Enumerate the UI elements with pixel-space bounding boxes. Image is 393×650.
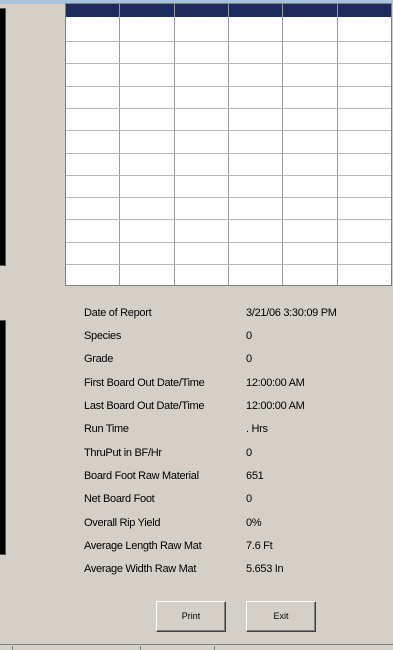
report-row: Last Board Out Date/Time 12:00:00 AM — [84, 400, 384, 416]
grid-row-divider — [66, 41, 391, 42]
report-row: Grade 0 — [84, 353, 384, 369]
report-value-net-board-foot: 0 — [246, 493, 252, 505]
report-row: Species 0 — [84, 330, 384, 346]
report-value-grade: 0 — [246, 353, 252, 365]
grid-row-divider — [66, 197, 391, 198]
grid-row-divider — [66, 86, 391, 87]
report-row: First Board Out Date/Time 12:00:00 AM — [84, 377, 384, 393]
report-label-first-board-out: First Board Out Date/Time — [84, 377, 205, 389]
grid-row-divider — [66, 153, 391, 154]
report-value-date-of-report: 3/21/06 3:30:09 PM — [246, 307, 337, 319]
status-bar — [0, 644, 393, 650]
report-row: Board Foot Raw Material 651 — [84, 470, 384, 486]
report-grid[interactable] — [65, 3, 392, 286]
report-row: Average Width Raw Mat 5.653 In — [84, 563, 384, 579]
grid-row-divider — [66, 130, 391, 131]
grid-row-divider — [66, 108, 391, 109]
report-label-net-board-foot: Net Board Foot — [84, 493, 155, 505]
left-panel-bottom — [0, 320, 6, 555]
report-value-avg-length: 7.6 Ft — [246, 540, 273, 552]
report-label-grade: Grade — [84, 353, 114, 365]
report-value-first-board-out: 12:00:00 AM — [246, 377, 305, 389]
exit-button[interactable]: Exit — [246, 601, 316, 632]
report-value-overall-rip-yield: 0% — [246, 517, 262, 529]
status-bar-divider — [214, 646, 215, 650]
grid-row-divider — [66, 175, 391, 176]
report-row: ThruPut in BF/Hr 0 — [84, 447, 384, 463]
report-value-last-board-out: 12:00:00 AM — [246, 400, 305, 412]
report-label-avg-width: Average Width Raw Mat — [84, 563, 197, 575]
grid-row-divider — [66, 242, 391, 243]
grid-row-divider — [66, 63, 391, 64]
report-row: Net Board Foot 0 — [84, 493, 384, 509]
report-label-species: Species — [84, 330, 122, 342]
report-label-last-board-out: Last Board Out Date/Time — [84, 400, 205, 412]
report-row: Overall Rip Yield 0% — [84, 517, 384, 533]
report-label-date-of-report: Date of Report — [84, 307, 152, 319]
left-panel-top — [0, 8, 6, 266]
status-bar-divider — [12, 646, 13, 650]
report-value-avg-width: 5.653 In — [246, 563, 284, 575]
report-value-thruput: 0 — [246, 447, 252, 459]
report-row: Date of Report 3/21/06 3:30:09 PM — [84, 307, 384, 323]
report-label-run-time: Run Time — [84, 423, 129, 435]
report-label-avg-length: Average Length Raw Mat — [84, 540, 202, 552]
print-button[interactable]: Print — [156, 601, 226, 632]
report-value-board-foot-raw: 651 — [246, 470, 264, 482]
report-value-species: 0 — [246, 330, 252, 342]
grid-row-divider — [66, 264, 391, 265]
report-value-run-time: . Hrs — [246, 423, 268, 435]
report-label-overall-rip-yield: Overall Rip Yield — [84, 517, 161, 529]
report-row: Average Length Raw Mat 7.6 Ft — [84, 540, 384, 556]
grid-row-divider — [66, 219, 391, 220]
status-bar-divider — [140, 646, 141, 650]
report-label-board-foot-raw: Board Foot Raw Material — [84, 470, 199, 482]
report-label-thruput: ThruPut in BF/Hr — [84, 447, 162, 459]
report-row: Run Time . Hrs — [84, 423, 384, 439]
